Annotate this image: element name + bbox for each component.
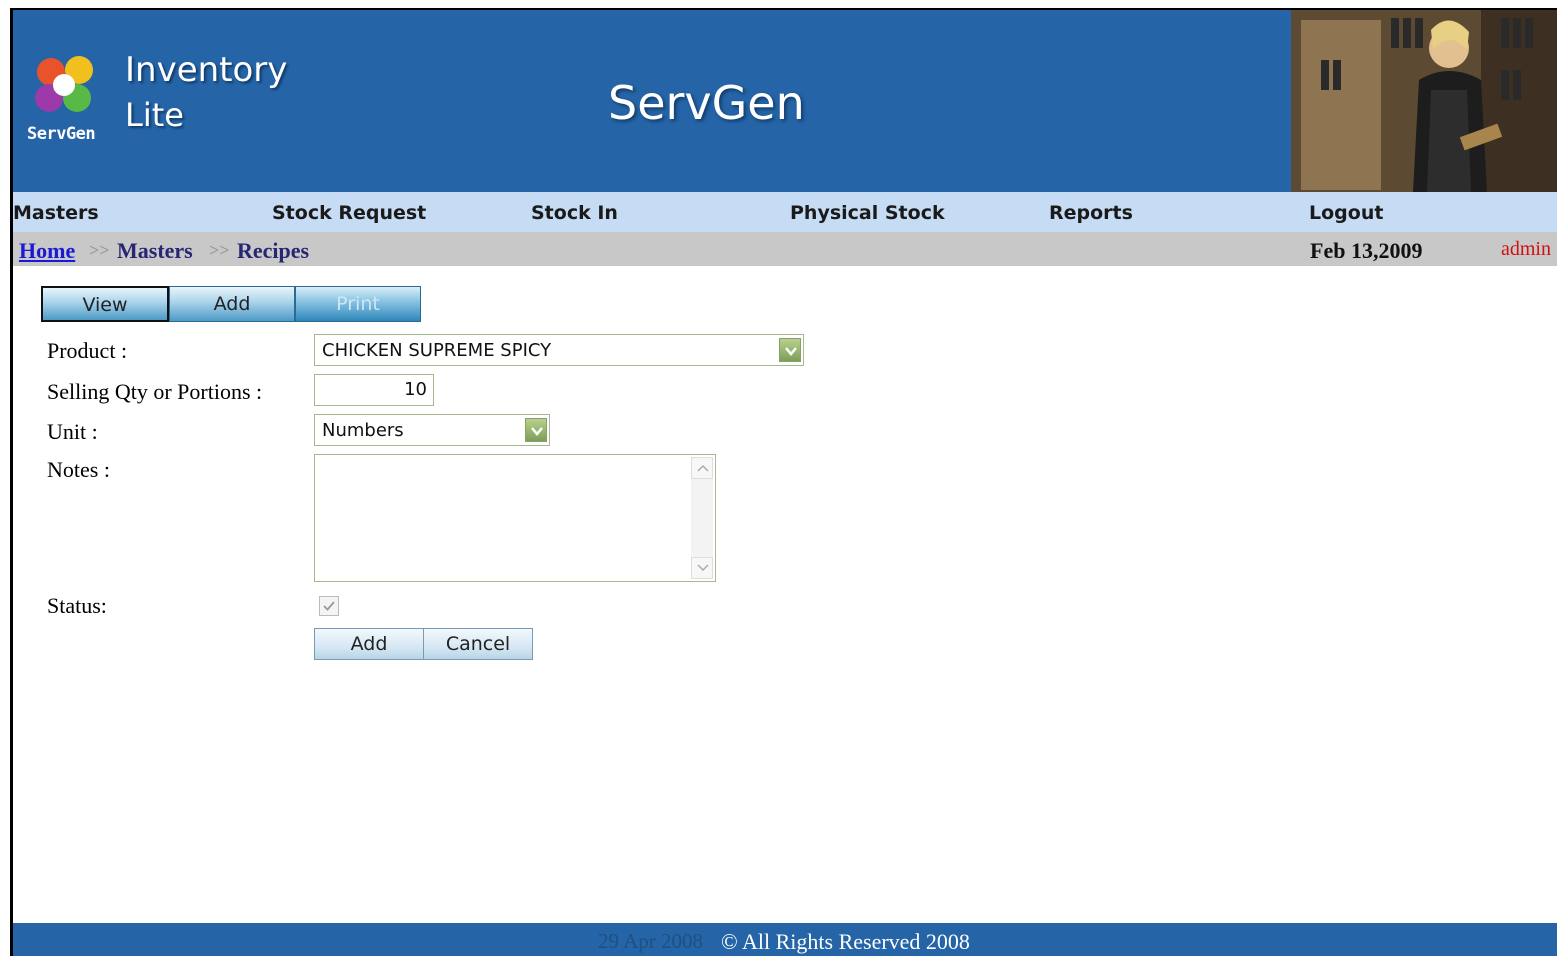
menu-masters[interactable]: Masters [13,202,99,224]
selling-qty-label: Selling Qty or Portions : [47,379,263,404]
current-date: Feb 13,2009 [1310,238,1423,263]
product-label: Product : [47,338,128,363]
add-button[interactable]: Add [314,628,424,660]
notes-label: Notes : [47,457,110,482]
notes-scrollbar[interactable] [691,457,713,579]
menu-logout[interactable]: Logout [1309,202,1383,224]
brand-name-line1: Inventory [125,50,288,90]
unit-select-value: Numbers [322,420,404,441]
cancel-button[interactable]: Cancel [423,628,533,660]
breadcrumb-home-link[interactable]: Home [19,238,75,264]
status-label: Status: [47,593,107,618]
check-icon [323,601,335,611]
tab-add[interactable]: Add [169,286,295,322]
header-photo [1291,10,1557,192]
breadcrumb: Home >> Masters >> Recipes Feb 13,2009 a… [13,232,1557,266]
logo-wordmark: ServGen [27,124,96,144]
header-banner: ServGen Inventory Lite ServGen [13,10,1557,192]
menu-reports[interactable]: Reports [1049,202,1133,224]
selling-qty-input[interactable]: 10 [314,374,434,406]
menu-stock-request[interactable]: Stock Request [272,202,426,224]
chevron-down-icon[interactable] [779,338,801,362]
product-select-value: CHICKEN SUPREME SPICY [322,340,552,361]
chevron-down-icon[interactable] [525,418,547,442]
main-menu: Masters Stock Request Stock In Physical … [13,192,1557,232]
unit-label: Unit : [47,419,98,444]
unit-select[interactable]: Numbers [314,414,550,446]
product-select[interactable]: CHICKEN SUPREME SPICY [314,334,804,366]
menu-physical-stock[interactable]: Physical Stock [790,202,945,224]
breadcrumb-masters: Masters [117,238,193,263]
notes-textarea[interactable] [314,454,716,582]
brand-name-line2: Lite [125,96,184,134]
servgen-logo: ServGen [27,50,107,150]
logged-in-user: admin [1501,238,1551,260]
footer: 29 Apr 2008 © All Rights Reserved 2008 [13,923,1557,956]
footer-date: 29 Apr 2008 [598,929,703,953]
menu-stock-in[interactable]: Stock In [531,202,618,224]
breadcrumb-recipes: Recipes [237,238,310,263]
app-title: ServGen [608,76,805,130]
footer-copyright: © All Rights Reserved 2008 [721,929,970,954]
scroll-down-icon[interactable] [691,557,713,579]
app-window: ServGen Inventory Lite ServGen Masters S… [10,8,1557,956]
status-checkbox[interactable] [319,596,339,616]
tab-print[interactable]: Print [295,286,421,322]
breadcrumb-separator: >> [209,240,230,260]
breadcrumb-separator: >> [89,240,110,260]
tab-view[interactable]: View [41,286,169,322]
scroll-up-icon[interactable] [691,457,713,479]
